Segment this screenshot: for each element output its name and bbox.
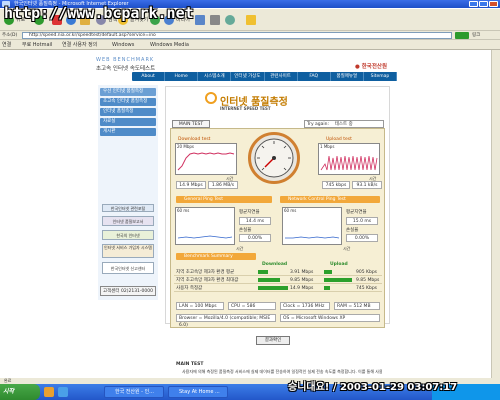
- avg-rtt-2: 15.0 ms: [346, 217, 378, 225]
- site-logo-top: WEB BENCHMARK: [96, 57, 155, 63]
- print-button[interactable]: [210, 14, 222, 26]
- download-mbps: 14.9 Mbps: [176, 181, 206, 189]
- upload-kbs: 93.1 kB/s: [352, 181, 382, 189]
- time-axis-label: 시간: [236, 246, 244, 251]
- loss-2: 0.00%: [346, 234, 378, 242]
- summary-upload-label: Upload: [330, 262, 348, 267]
- sidebar-banner[interactable]: 인터넷 품질보고서: [102, 216, 154, 226]
- sidebar-banner[interactable]: 인터넷 서비스 가입자 시스템: [102, 244, 154, 258]
- vertical-scrollbar[interactable]: [491, 50, 500, 378]
- ping1-scale: 60 ms: [177, 208, 190, 213]
- minimize-button[interactable]: [469, 1, 478, 7]
- spec-browser: Browser = Mozilla/4.0 (compatible; MSIE …: [176, 314, 276, 328]
- folder-button[interactable]: [246, 14, 258, 26]
- page-subtitle: INTERNET SPEED TEST: [220, 106, 271, 111]
- window-controls: [469, 1, 498, 7]
- spec-lan: LAN = 100 Mbps: [176, 302, 224, 310]
- upload-kbps: 745 kbps: [322, 181, 350, 189]
- spec-clock: Clock = 1736 MHz: [280, 302, 330, 310]
- tab-main-test[interactable]: MAIN TEST: [172, 120, 210, 128]
- sidebar-item[interactable]: 인터넷 품질측정: [100, 108, 156, 116]
- summary-header: Benchmark Summary: [176, 253, 256, 260]
- nav-about[interactable]: About: [132, 72, 166, 81]
- avg-rtt-1: 14.4 ms: [239, 217, 271, 225]
- upload-scale: 1 Mbps: [320, 144, 335, 149]
- download-mbs: 1.86 MB/s: [208, 181, 238, 189]
- try-again-field[interactable]: Try again: 테스트 중: [304, 120, 384, 128]
- links-toggle-label[interactable]: 링크: [472, 32, 480, 38]
- address-label: 주소(D): [2, 33, 18, 38]
- links-bar: 연결 무료 Hotmail 연결 사용자 정의 Windows Windows …: [0, 40, 500, 50]
- loss-label: 손실율: [239, 228, 252, 233]
- network-ping-header: Network Control Ping Test: [280, 196, 380, 203]
- folder-icon: [246, 14, 256, 25]
- result-button[interactable]: 결과확인: [256, 336, 290, 345]
- links-item[interactable]: 연결: [2, 40, 11, 50]
- sidebar-item[interactable]: 자료실: [100, 118, 156, 126]
- loss-label: 손실율: [346, 228, 359, 233]
- sidebar-item[interactable]: 우선 인터넷 품질측정: [100, 88, 156, 96]
- upload-title: Upload test: [326, 137, 352, 142]
- print-icon: [210, 14, 220, 25]
- nav-related[interactable]: 관련사이트: [265, 72, 298, 81]
- nav-sitemap[interactable]: Sitemap: [364, 72, 397, 81]
- close-button[interactable]: [489, 1, 498, 7]
- site-nav: About Home 시스템소개 인터넷 가상도 관련사이트 FAQ 품질매뉴얼…: [132, 72, 397, 81]
- avg-rtt-label: 평균지연율: [346, 210, 367, 215]
- corp-logo: ● 한국전산원: [355, 64, 388, 70]
- watermark: http://www.bcpark.net: [4, 4, 194, 22]
- sidebar-item[interactable]: 초고속 인터넷 품질측정: [100, 98, 156, 106]
- helpdesk-phone: 고객센터 02)2131-0000: [100, 286, 156, 296]
- sidebar-banner[interactable]: 한국인터넷 관련포털: [102, 204, 154, 212]
- sidebar-item[interactable]: 게시판: [100, 128, 156, 136]
- maximize-button[interactable]: [479, 1, 488, 7]
- summary-download-label: Download: [262, 262, 288, 267]
- quicklaunch-icon[interactable]: [58, 387, 68, 397]
- quicklaunch-icon[interactable]: [44, 387, 54, 397]
- nav-home[interactable]: Home: [165, 72, 199, 81]
- edit-icon: [225, 14, 235, 25]
- speedometer-logo-icon: [205, 92, 217, 104]
- spec-ram: RAM = 512 MB: [334, 302, 380, 310]
- speed-dial: [248, 132, 300, 184]
- spec-cpu: CPU = 586: [228, 302, 276, 310]
- summary-row: 지역 초고속망 제3자 환경 최대값 9.85 Mbps 9.85 Mbps: [174, 277, 382, 284]
- avg-rtt-label: 평균지연율: [239, 210, 260, 215]
- nav-manual[interactable]: 품질매뉴얼: [331, 72, 364, 81]
- edit-button[interactable]: [225, 14, 237, 26]
- links-item[interactable]: 무료 Hotmail: [22, 40, 52, 50]
- summary-row: 지역 초고속망 제3자 환경 평균 3.91 Mbps 905 Kbps: [174, 269, 382, 276]
- mail-button[interactable]: [195, 14, 207, 26]
- sidebar-banner[interactable]: 한국인터넷 신고센터: [102, 262, 154, 274]
- timestamp-overlay: 승니대요! / 2003-01-29 03:07:17: [288, 382, 458, 393]
- time-axis-label: 시간: [343, 246, 351, 251]
- start-button[interactable]: 시작: [0, 384, 40, 400]
- taskbar-item[interactable]: 한국 전산원 - 인...: [104, 386, 164, 398]
- mail-icon: [195, 14, 205, 25]
- links-item[interactable]: 연결 사용자 정의: [62, 40, 97, 50]
- nav-map[interactable]: 인터넷 가상도: [231, 72, 265, 81]
- ping2-scale: 60 ms: [284, 208, 297, 213]
- spec-os: OS = Microsoft Windows XP: [280, 314, 380, 322]
- note-text: 사용자에 의해 측정된 품질측정 서비스에 실제 데이터를 전송하여 일정적인 …: [182, 369, 382, 374]
- note-title: MAIN TEST: [176, 362, 204, 367]
- address-input[interactable]: http://speed.nia.or.kr/speedtest/default…: [22, 32, 452, 39]
- download-title: Download test: [178, 137, 211, 142]
- loss-1: 0.00%: [239, 234, 271, 242]
- summary-row: 사용자 측정값 14.9 Mbps 745 Kbps: [174, 285, 382, 292]
- go-button[interactable]: [455, 32, 469, 39]
- taskbar-item[interactable]: Stay At Home ...: [168, 386, 228, 398]
- download-scale: 20 Mbps: [177, 144, 194, 149]
- links-item[interactable]: Windows: [112, 40, 134, 50]
- nav-faq[interactable]: FAQ: [298, 72, 331, 81]
- site-logo-bottom: 초고속 인터넷 속도테스트: [96, 66, 156, 72]
- nav-system[interactable]: 시스템소개: [198, 72, 232, 81]
- sidebar-banner[interactable]: 한국의 인터넷: [102, 230, 154, 240]
- links-item[interactable]: Windows Media: [150, 40, 189, 50]
- general-ping-header: General Ping Test: [176, 196, 272, 203]
